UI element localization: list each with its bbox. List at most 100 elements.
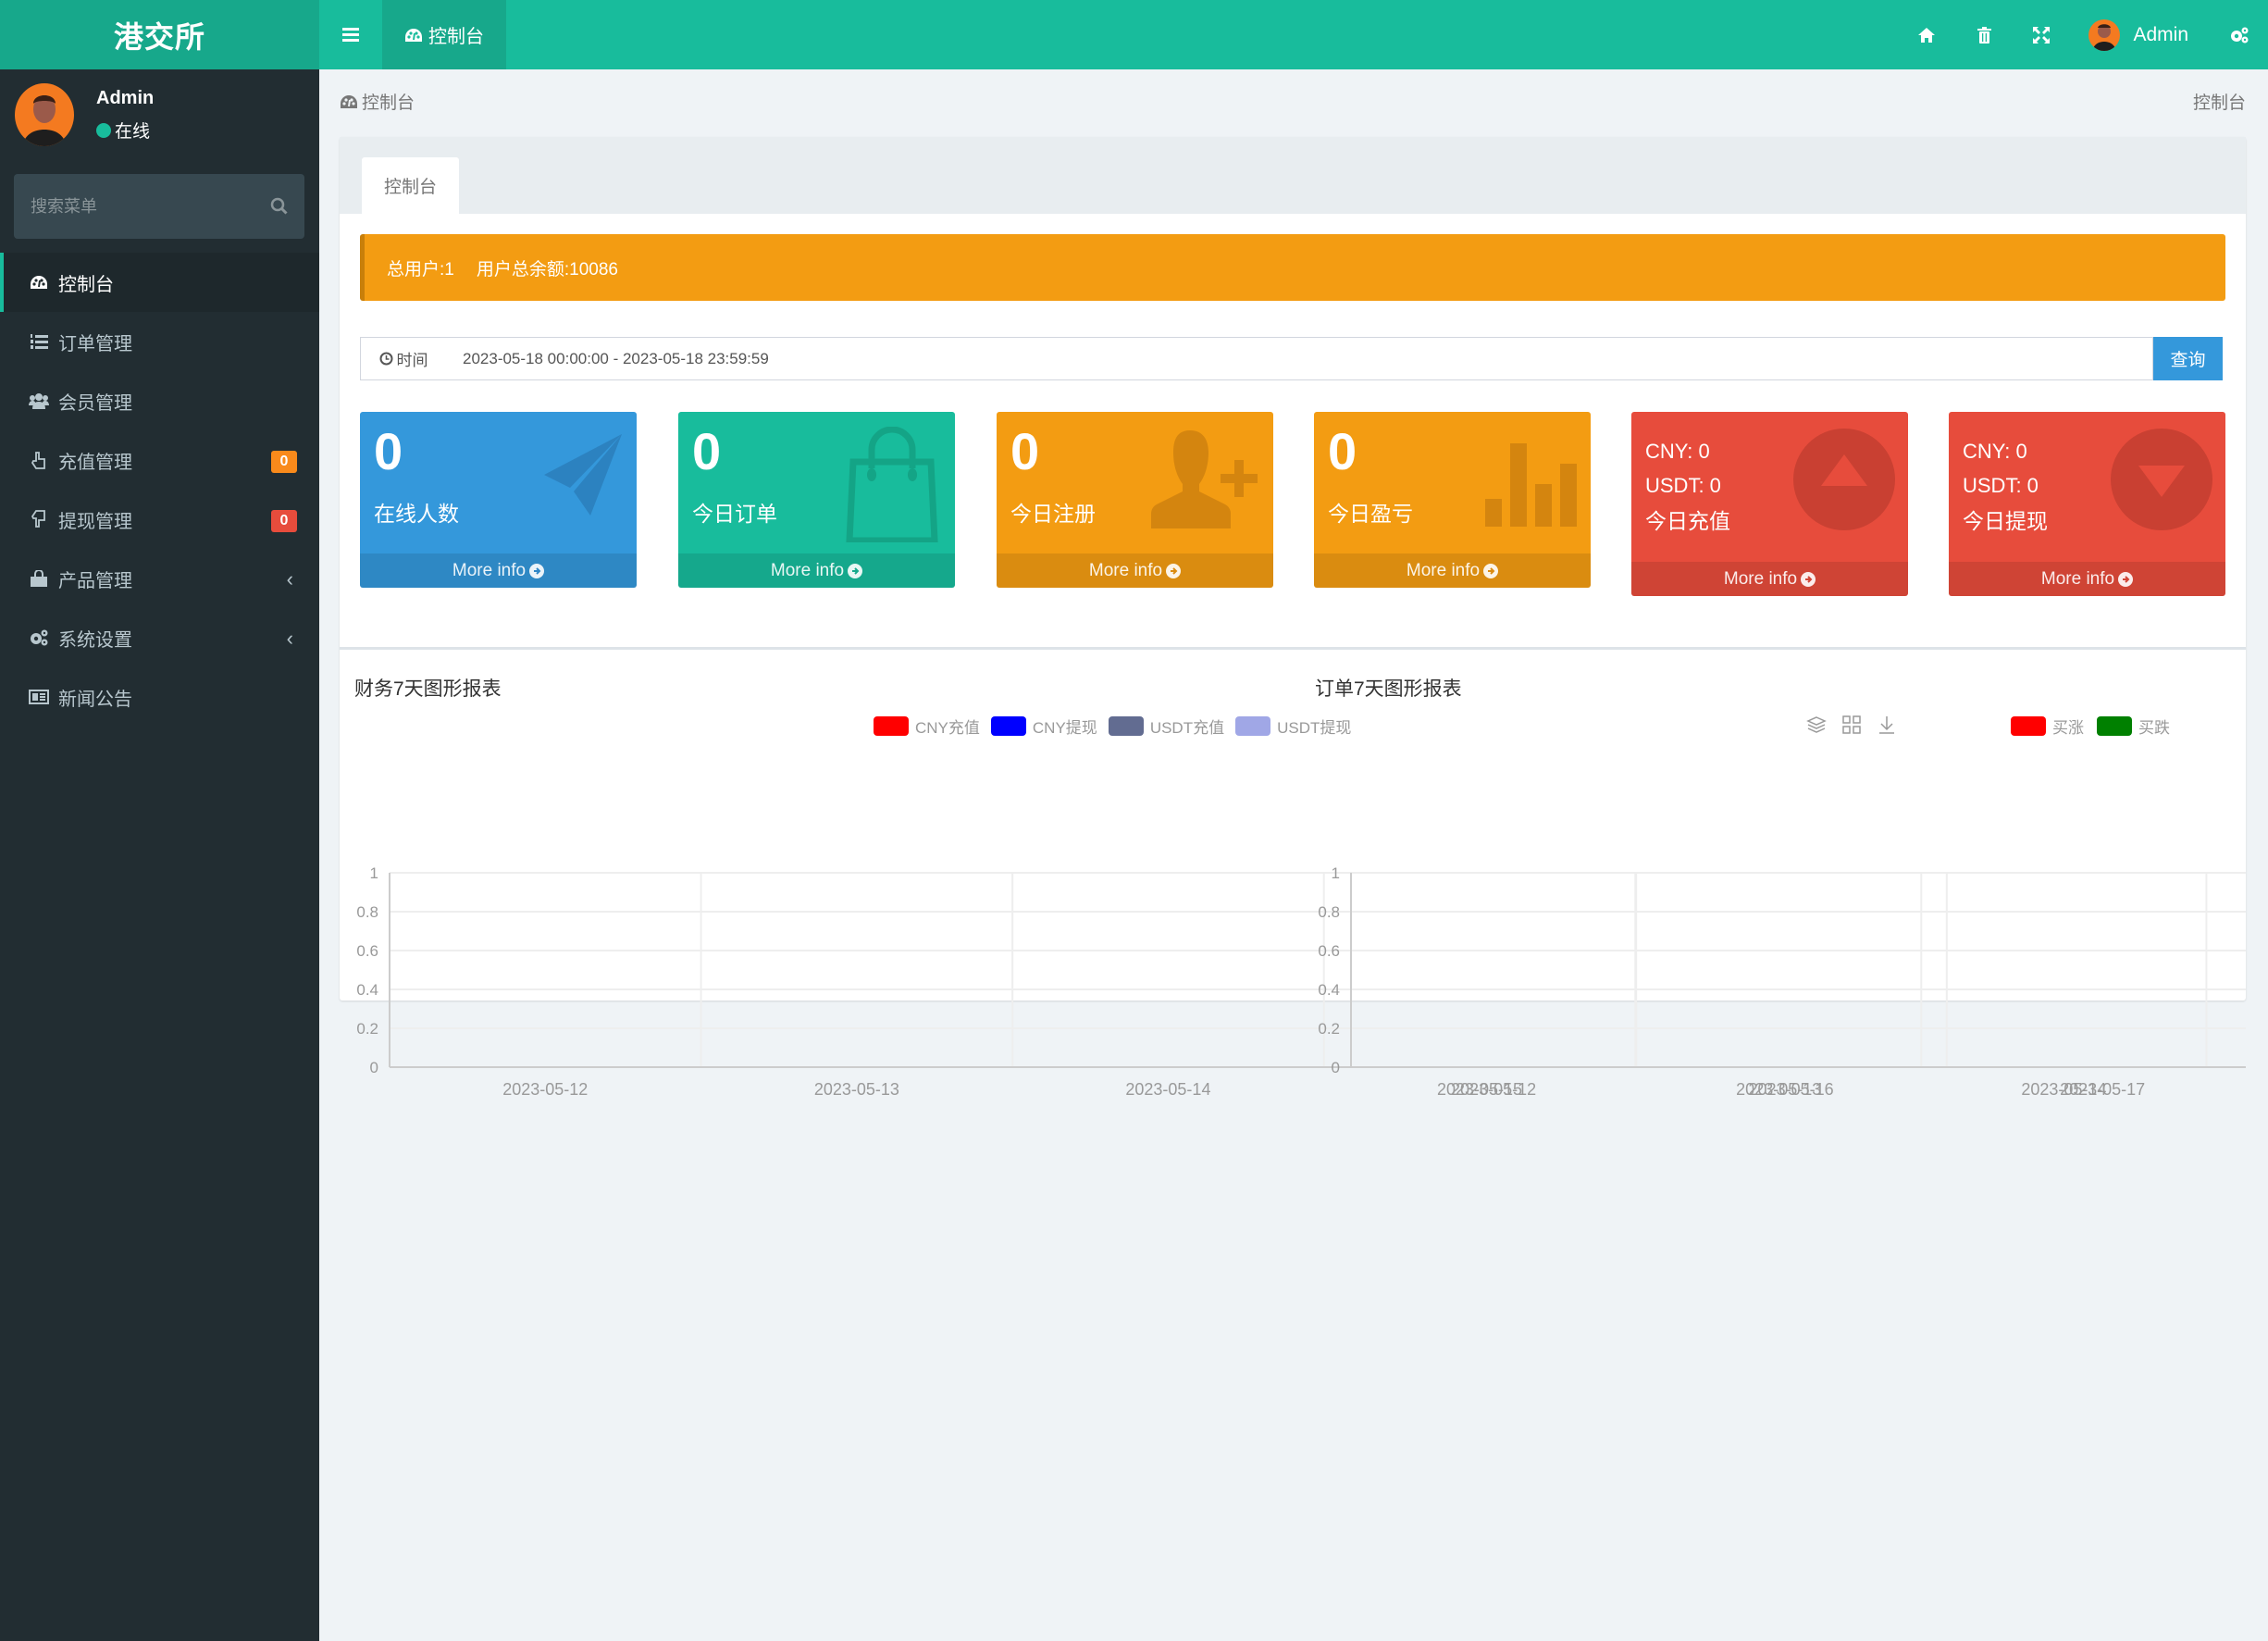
sidebar-item-recharge[interactable]: 充值管理 0 xyxy=(0,430,319,490)
more-info-link[interactable]: More info xyxy=(997,553,1273,588)
sidebar-item-label: 提现管理 xyxy=(58,511,132,532)
logo[interactable]: 港交所 xyxy=(0,0,319,69)
time-filter: 时间 查询 xyxy=(360,337,2225,380)
arrow-circle-right-icon xyxy=(1801,571,1816,587)
section-divider xyxy=(340,647,2246,650)
sidebar-avatar xyxy=(15,83,74,146)
home-icon xyxy=(1918,27,1936,43)
bar-chart-icon xyxy=(1485,443,1577,527)
recharge-count-badge: 0 xyxy=(271,451,297,473)
y-tick-label: 0 xyxy=(1332,1059,1340,1076)
home-button[interactable] xyxy=(1898,0,1955,69)
sidebar-item-news[interactable]: 新闻公告 xyxy=(0,667,319,727)
date-range-input[interactable] xyxy=(446,337,2153,380)
users-icon xyxy=(29,391,49,411)
list-ol-icon xyxy=(29,331,49,352)
arrow-circle-right-icon xyxy=(529,563,545,578)
trash-icon xyxy=(1977,26,1991,44)
sidebar-item-orders[interactable]: 订单管理 xyxy=(0,312,319,371)
y-tick-label: 1 xyxy=(1332,864,1340,882)
arrow-circle-right-icon xyxy=(1483,563,1499,578)
cogs-icon xyxy=(2231,27,2249,43)
sidebar-item-settings[interactable]: 系统设置 ‹ xyxy=(0,608,319,667)
dashboard-icon xyxy=(29,272,49,292)
cny-value: CNY: 0 xyxy=(1963,440,2027,463)
sidebar-user-name: Admin xyxy=(96,88,155,108)
sidebar-item-label: 系统设置 xyxy=(58,629,132,651)
y-tick-label: 1 xyxy=(370,864,378,882)
control-sidebar-button[interactable] xyxy=(2211,0,2268,69)
x-tick-label: 2023-05-14 xyxy=(1125,1080,1210,1099)
avatar xyxy=(2088,19,2121,51)
x-tick-label: 2023-05-12 xyxy=(1451,1080,1536,1099)
breadcrumb-title: 控制台 xyxy=(362,93,415,113)
stat-today-orders: 0 今日订单 More info xyxy=(678,412,955,588)
stat-today-registrations: 0 今日注册 More info xyxy=(997,412,1273,588)
more-info-link[interactable]: More info xyxy=(678,553,955,588)
breadcrumb: 控制台 xyxy=(340,89,415,114)
user-plus-icon xyxy=(1151,430,1258,528)
query-button[interactable]: 查询 xyxy=(2153,337,2223,380)
fullscreen-icon xyxy=(2033,26,2051,44)
clear-cache-button[interactable] xyxy=(1955,0,2013,69)
stat-value: 0 xyxy=(692,422,722,480)
menu-search-input[interactable] xyxy=(14,174,254,239)
clock-icon xyxy=(379,352,392,366)
hamburger-icon xyxy=(342,25,359,44)
sidebar-item-dashboard[interactable]: 控制台 xyxy=(0,253,319,312)
cny-value: CNY: 0 xyxy=(1645,440,1710,463)
newspaper-icon xyxy=(29,687,49,707)
top-tab-label: 控制台 xyxy=(428,27,484,47)
search-icon[interactable] xyxy=(269,196,290,217)
total-balance: 用户总余额:10086 xyxy=(476,259,618,280)
dashboard-icon xyxy=(405,28,422,42)
sidebar-item-label: 充值管理 xyxy=(58,452,132,473)
sidebar-item-label: 产品管理 xyxy=(58,570,132,591)
caret-down-circle-icon xyxy=(2111,429,2212,530)
sidebar-toggle-button[interactable] xyxy=(319,0,382,69)
paper-plane-icon xyxy=(544,434,622,516)
sidebar-item-members[interactable]: 会员管理 xyxy=(0,371,319,430)
y-tick-label: 0.8 xyxy=(356,903,378,921)
top-tab-dashboard[interactable]: 控制台 xyxy=(382,0,506,69)
more-info-link[interactable]: More info xyxy=(1631,562,1908,596)
dashboard-icon xyxy=(341,94,357,108)
stat-value: 0 xyxy=(374,422,403,480)
sidebar: Admin 在线 控制台 订单管理 会员管理 充值管理 0 提现管理 xyxy=(0,69,319,1641)
dashboard-panel: 控制台 总用户:1 用户总余额:10086 时间 查询 0 在线人数 More … xyxy=(340,137,2246,1099)
stat-today-recharge: CNY: 0 USDT: 0 今日充值 More info xyxy=(1631,412,1908,596)
tab-dashboard[interactable]: 控制台 xyxy=(362,157,459,214)
cogs-icon xyxy=(29,628,49,648)
breadcrumb-current[interactable]: 控制台 xyxy=(2193,89,2246,114)
stat-label: 今日盈亏 xyxy=(1328,502,1413,526)
y-tick-label: 0.6 xyxy=(356,942,378,960)
y-tick-label: 0.2 xyxy=(356,1020,378,1038)
charts-canvas: 0 0.2 0.4 0.6 0.8 1 2023-05-12 2023-05-13 2023-0… xyxy=(356,864,2246,1099)
sidebar-search xyxy=(14,174,304,239)
arrow-circle-right-icon xyxy=(2118,571,2134,587)
sidebar-item-label: 会员管理 xyxy=(58,392,132,414)
finance-chart-title: 财务7天图形报表 xyxy=(354,678,502,700)
y-tick-label: 0.4 xyxy=(356,981,378,999)
more-info-link[interactable]: More info xyxy=(360,553,637,588)
sidebar-item-products[interactable]: 产品管理 ‹ xyxy=(0,549,319,608)
more-info-link[interactable]: More info xyxy=(1949,562,2225,596)
summary-alert: 总用户:1 用户总余额:10086 xyxy=(360,234,2225,301)
top-navbar: 港交所 控制台 Admin xyxy=(0,0,2268,69)
orders-chart-title: 订单7天图形报表 xyxy=(1315,678,1462,700)
x-tick-label: 2023-05-14 xyxy=(2021,1080,2106,1099)
shopping-bag-icon xyxy=(29,568,49,589)
caret-up-circle-icon xyxy=(1793,429,1895,530)
y-tick-label: 0.4 xyxy=(1318,981,1340,999)
stat-label: 今日注册 xyxy=(1010,502,1096,526)
top-right-menu: Admin xyxy=(1898,0,2268,69)
user-menu[interactable]: Admin xyxy=(2070,19,2211,51)
fullscreen-button[interactable] xyxy=(2013,0,2070,69)
sidebar-item-withdraw[interactable]: 提现管理 0 xyxy=(0,490,319,549)
stat-today-profit: 0 今日盈亏 More info xyxy=(1314,412,1591,588)
more-info-link[interactable]: More info xyxy=(1314,553,1591,588)
stat-lines: CNY: 0 USDT: 0 今日充值 xyxy=(1645,434,1730,539)
stat-label: 在线人数 xyxy=(374,502,459,526)
chevron-left-icon: ‹ xyxy=(286,627,293,650)
sidebar-item-label: 控制台 xyxy=(58,274,114,295)
